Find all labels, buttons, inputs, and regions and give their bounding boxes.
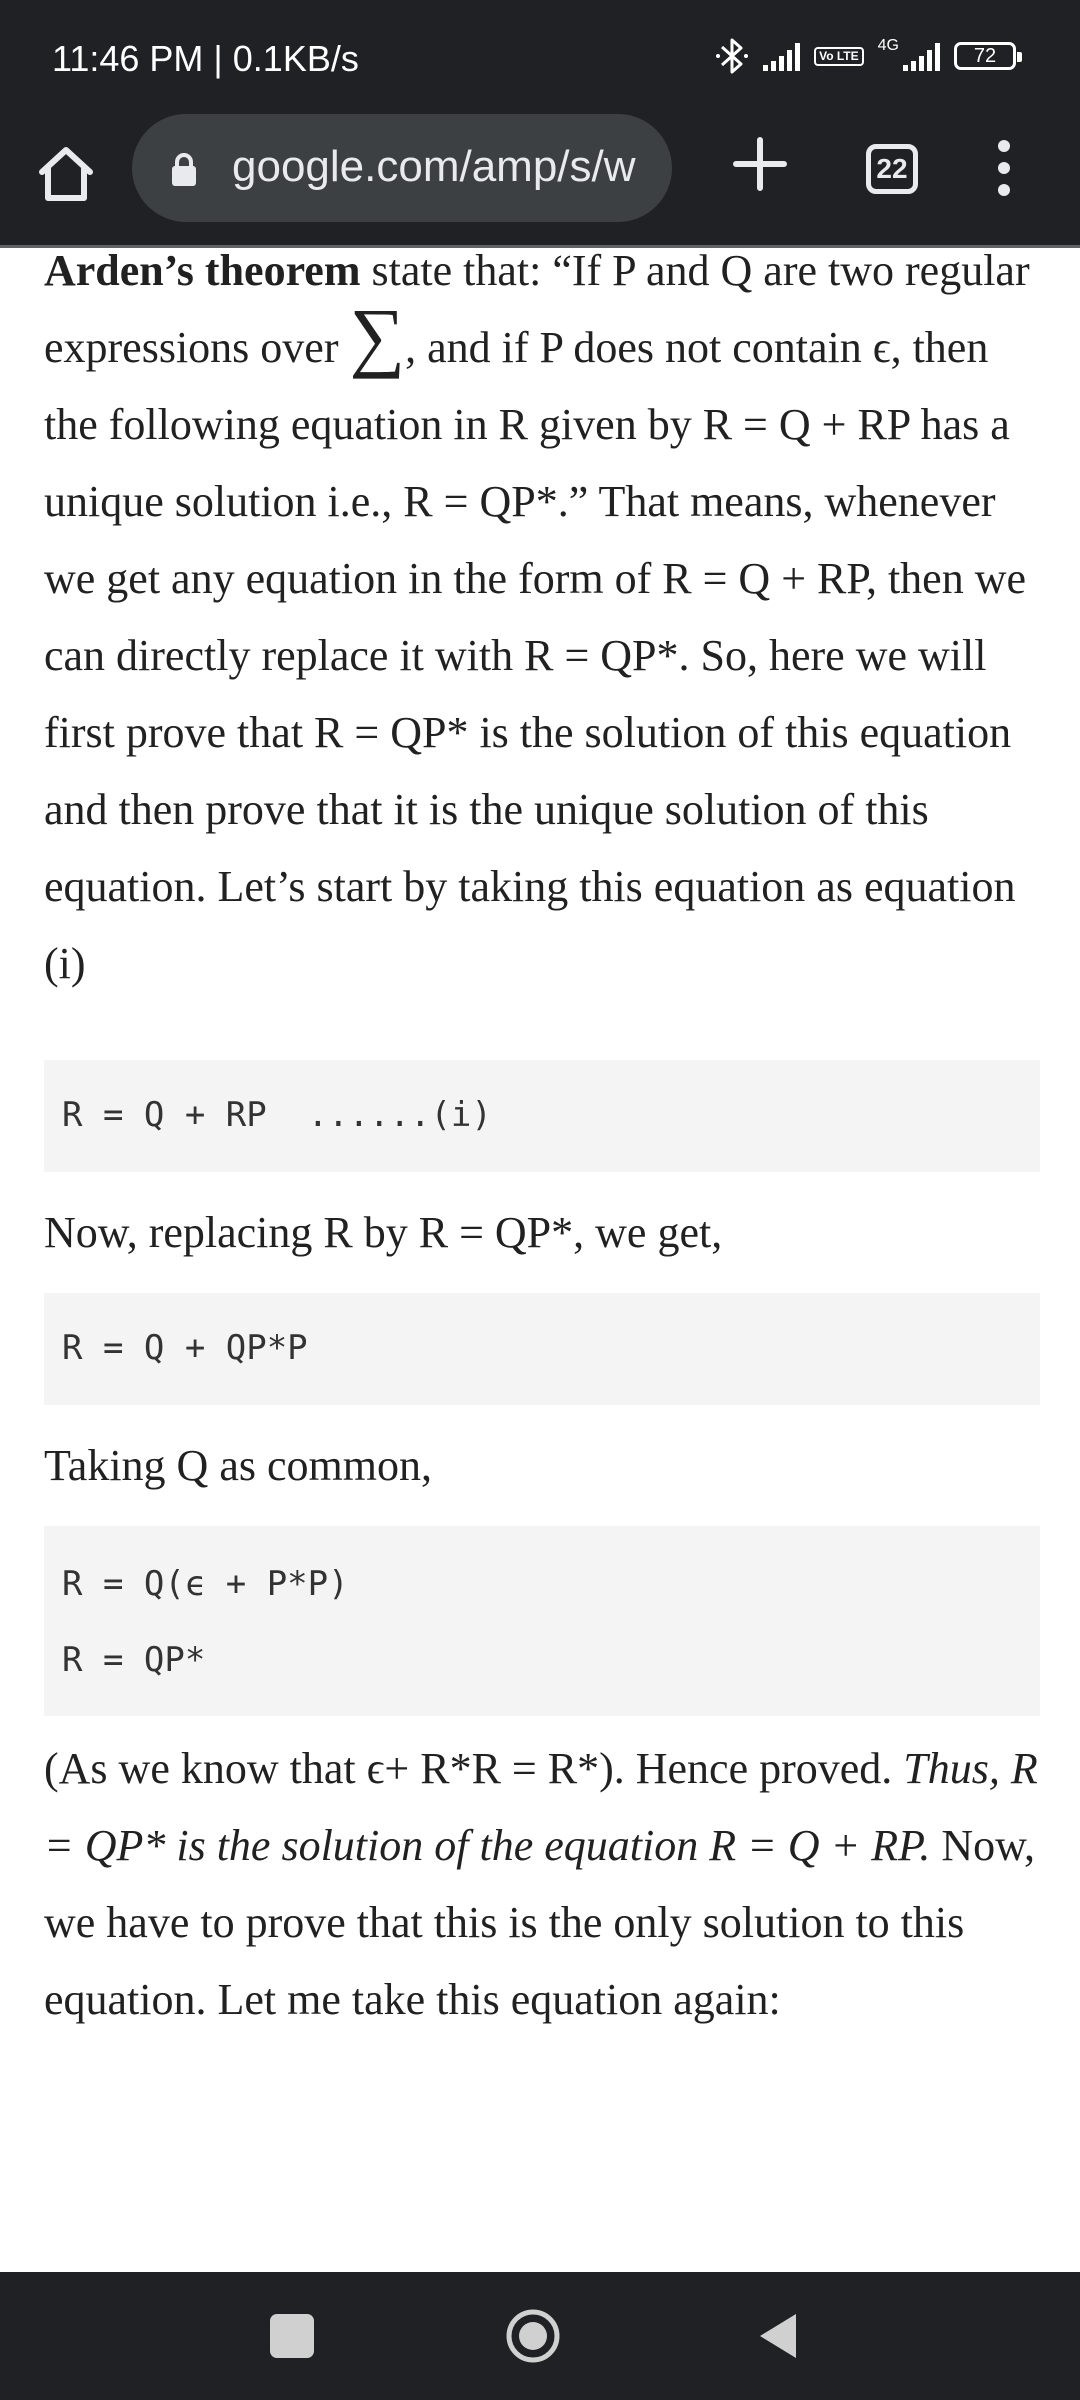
network-type: 4G xyxy=(877,37,899,54)
system-nav-bar xyxy=(0,2272,1080,2400)
signal-icon-2 xyxy=(903,41,940,71)
theorem-name: Arden’s theorem xyxy=(44,246,361,295)
code-line: R = Q(ϵ + P*P) xyxy=(62,1564,349,1604)
bluetooth-icon xyxy=(716,38,749,74)
proof-text-2: + R*R = R*). Hence proved. xyxy=(384,1744,904,1793)
proof-text-1: (As we know that xyxy=(44,1744,367,1793)
circle-icon[interactable] xyxy=(505,2308,561,2364)
intro-text-2: , and if P does not contain xyxy=(405,323,873,372)
sigma-symbol: ∑ xyxy=(349,292,406,379)
square-icon[interactable] xyxy=(270,2314,314,2358)
battery-icon: 72 xyxy=(954,42,1022,70)
url-bar[interactable]: google.com/amp/s/w xyxy=(132,114,672,222)
code-line: R = QP* xyxy=(62,1640,206,1680)
code-block-2: R = Q + QP*P xyxy=(44,1293,1040,1405)
volte-badge: Vo LTE xyxy=(814,46,864,66)
epsilon-symbol: ϵ xyxy=(872,323,891,372)
intro-text-3: , then the following equation in R given… xyxy=(44,323,1027,988)
triangle-back-icon[interactable] xyxy=(758,2312,798,2360)
intro-paragraph: Arden’s theorem state that: “If P and Q … xyxy=(44,232,1040,1002)
status-bar: 11:46 PM | 0.1KB/s Vo LTE 4G 72 xyxy=(0,0,1080,112)
url-text: google.com/amp/s/w xyxy=(232,142,636,191)
paragraph-proof: (As we know that ϵ+ R*R = R*). Hence pro… xyxy=(44,1730,1040,2038)
code-block-1: R = Q + RP ......(i) xyxy=(44,1060,1040,1172)
paragraph-replacing: Now, replacing R by R = QP*, we get, xyxy=(44,1208,723,1257)
signal-icon xyxy=(763,41,801,71)
status-time-speed: 11:46 PM | 0.1KB/s xyxy=(52,38,359,79)
lock-icon xyxy=(172,153,196,186)
paragraph-common: Taking Q as common, xyxy=(44,1441,432,1490)
tab-count: 22 xyxy=(876,153,908,184)
epsilon-symbol: ϵ xyxy=(366,1744,385,1793)
battery-level: 72 xyxy=(973,44,997,67)
tab-switcher-button[interactable]: 22 xyxy=(866,144,918,194)
article-content: Arden’s theorem state that: “If P and Q … xyxy=(44,232,1040,2272)
more-vert-icon[interactable] xyxy=(984,136,1024,200)
status-icons: Vo LTE 4G 72 xyxy=(715,34,1022,78)
browser-toolbar: google.com/amp/s/w 22 xyxy=(0,112,1080,248)
code-block-3: R = Q(ϵ + P*P) R = QP* xyxy=(44,1526,1040,1716)
home-icon[interactable] xyxy=(34,142,98,206)
plus-icon[interactable] xyxy=(732,136,788,192)
